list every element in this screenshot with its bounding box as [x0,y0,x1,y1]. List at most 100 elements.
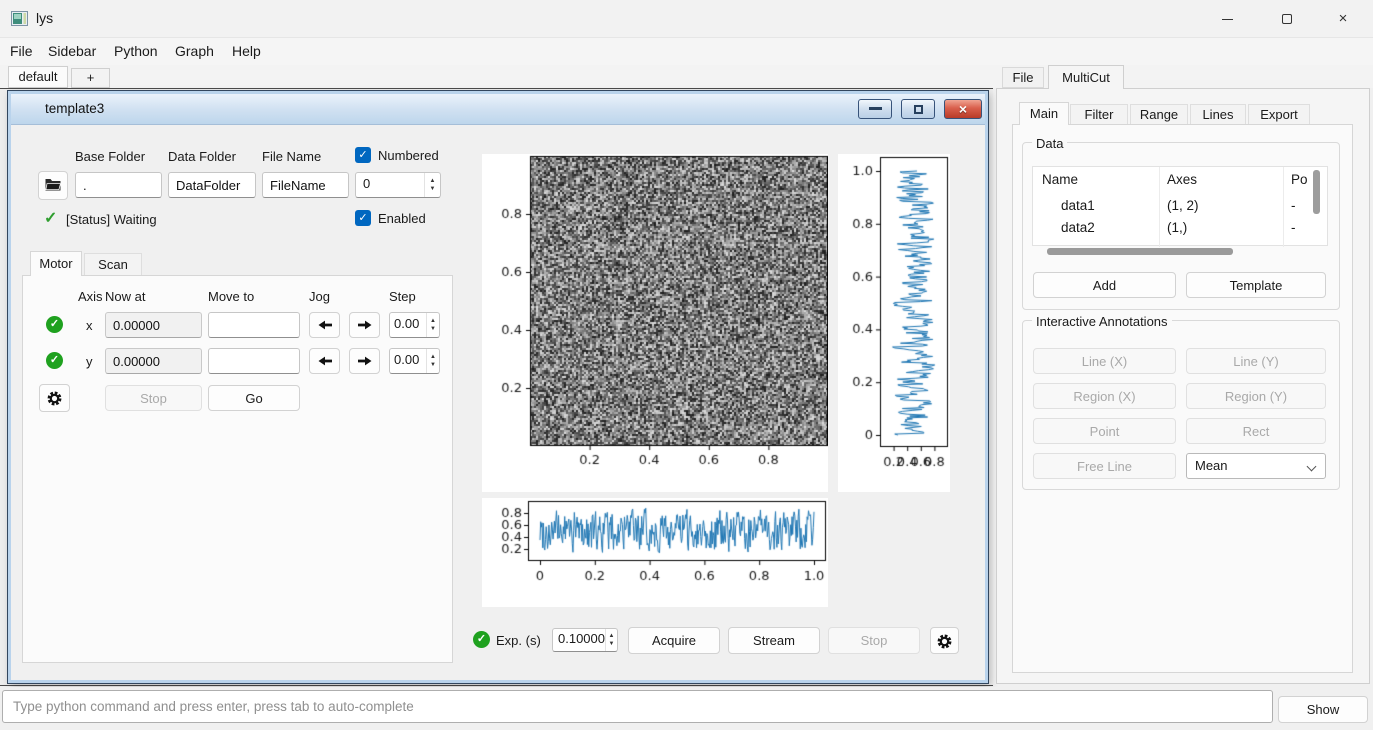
minimize-button[interactable] [1204,0,1250,38]
subtab-lines[interactable]: Lines [1190,104,1246,125]
template3-minimize-button[interactable] [858,99,892,119]
gear-icon [46,390,63,407]
spin-up-icon[interactable]: ▲ [430,177,436,185]
spin-up-icon[interactable]: ▲ [609,632,615,640]
line-y-button[interactable]: Line (Y) [1186,348,1326,374]
status-text: [Status] Waiting [66,212,157,227]
tab-scan[interactable]: Scan [84,253,142,276]
data-folder-input[interactable] [168,172,256,198]
template-button[interactable]: Template [1186,272,1326,298]
move-to-header: Move to [208,289,254,304]
col-header-axes[interactable]: Axes [1167,172,1197,187]
cell-data2-po[interactable]: - [1291,220,1296,235]
maximize-button[interactable] [1264,0,1310,38]
axis-x-move-to[interactable] [208,312,300,338]
template3-window: template3 × Base Folder Data Folder File… [8,91,988,683]
subtab-export[interactable]: Export [1248,104,1310,125]
base-folder-input[interactable] [75,172,162,198]
spin-up-icon[interactable]: ▲ [430,317,436,325]
acquire-button[interactable]: Acquire [628,627,720,654]
motor-go-button[interactable]: Go [208,385,300,411]
axis-y-jog-right-button[interactable] [349,348,380,374]
workspace-tab-add[interactable]: + [71,68,110,88]
free-line-button[interactable]: Free Line [1033,453,1176,479]
workspace-tab-default[interactable]: default [8,66,68,88]
spinner-arrows[interactable]: ▲ ▼ [426,313,439,337]
menubar: File Sidebar Python Graph Help [0,38,1373,65]
step-header: Step [389,289,416,304]
cell-data2-axes[interactable]: (1,) [1167,220,1187,235]
spinner-arrows[interactable]: ▲ ▼ [605,629,617,651]
axis-y-move-to[interactable] [208,348,300,374]
table-vertical-scrollbar[interactable] [1313,170,1320,214]
menu-file[interactable]: File [10,43,33,59]
col-header-po[interactable]: Po [1291,172,1308,187]
workspace-tabstrip: default + [0,65,1373,88]
file-name-input[interactable] [262,172,349,198]
bottom-line-figure[interactable] [482,498,828,607]
numbered-checkbox[interactable]: ✓ Numbered [355,147,439,163]
axis-x-now-at [105,312,202,338]
col-header-name[interactable]: Name [1042,172,1078,187]
subtab-main[interactable]: Main [1019,102,1069,125]
menu-graph[interactable]: Graph [175,43,214,59]
menu-help[interactable]: Help [232,43,261,59]
spin-down-icon[interactable]: ▼ [430,185,436,193]
side-line-plot-canvas[interactable] [838,154,950,492]
template3-close-button[interactable]: × [944,99,982,119]
numbered-label: Numbered [378,148,439,163]
axis-x-step-spinbox[interactable]: 0.00 ▲ ▼ [389,312,440,338]
motor-settings-button[interactable] [39,384,70,412]
sidebar-tab-multicut[interactable]: MultiCut [1048,65,1124,89]
show-button[interactable]: Show [1278,696,1368,723]
add-button[interactable]: Add [1033,272,1176,298]
menu-sidebar[interactable]: Sidebar [48,43,96,59]
cell-data1-axes[interactable]: (1, 2) [1167,198,1199,213]
exposure-spinbox[interactable]: 0.10000 ▲ ▼ [552,628,618,652]
spin-down-icon[interactable]: ▼ [430,361,436,369]
line-x-button[interactable]: Line (X) [1033,348,1176,374]
template3-maximize-button[interactable] [901,99,935,119]
close-button[interactable]: × [1320,0,1366,38]
enabled-checkbox[interactable]: ✓ Enabled [355,210,426,226]
sidebar-tab-file[interactable]: File [1002,67,1044,88]
mean-dropdown[interactable]: Mean [1186,453,1326,479]
python-command-input[interactable] [2,690,1273,723]
spin-down-icon[interactable]: ▼ [430,325,436,333]
axis-y-jog-left-button[interactable] [309,348,340,374]
acquire-stop-button[interactable]: Stop [828,627,920,654]
tab-motor[interactable]: Motor [30,251,82,276]
rect-button[interactable]: Rect [1186,418,1326,444]
data-table[interactable]: Name Axes Po data1 (1, 2) - data2 (1,) - [1032,166,1328,246]
spinner-arrows[interactable]: ▲ ▼ [424,173,440,197]
cell-data1-name[interactable]: data1 [1061,198,1095,213]
subtab-filter[interactable]: Filter [1070,104,1128,125]
camera-settings-button[interactable] [930,627,959,654]
region-x-button[interactable]: Region (X) [1033,383,1176,409]
file-name-label: File Name [262,149,321,164]
main-image-figure[interactable] [482,154,828,492]
spin-down-icon[interactable]: ▼ [609,640,615,648]
axis-x-jog-left-button[interactable] [309,312,340,338]
side-line-figure[interactable] [838,154,950,492]
spinner-arrows[interactable]: ▲ ▼ [426,349,439,373]
menu-python[interactable]: Python [114,43,158,59]
subtab-range[interactable]: Range [1130,104,1188,125]
mdi-area: template3 × Base Folder Data Folder File… [0,88,993,686]
bottom-line-plot-canvas[interactable] [482,498,828,607]
cell-data2-name[interactable]: data2 [1061,220,1095,235]
motor-stop-button[interactable]: Stop [105,385,202,411]
axis-x-jog-right-button[interactable] [349,312,380,338]
spin-up-icon[interactable]: ▲ [430,353,436,361]
axis-y-step-spinbox[interactable]: 0.00 ▲ ▼ [389,348,440,374]
table-horizontal-scrollbar[interactable] [1047,248,1233,255]
point-button[interactable]: Point [1033,418,1176,444]
open-folder-button[interactable] [38,171,68,200]
number-spinbox[interactable]: 0 ▲ ▼ [355,172,441,198]
template3-titlebar[interactable]: template3 × [11,94,985,125]
cell-data1-po[interactable]: - [1291,198,1296,213]
region-y-button[interactable]: Region (Y) [1186,383,1326,409]
stream-button[interactable]: Stream [728,627,820,654]
main-image-plot-canvas[interactable] [482,154,828,492]
number-value: 0 [356,173,424,197]
